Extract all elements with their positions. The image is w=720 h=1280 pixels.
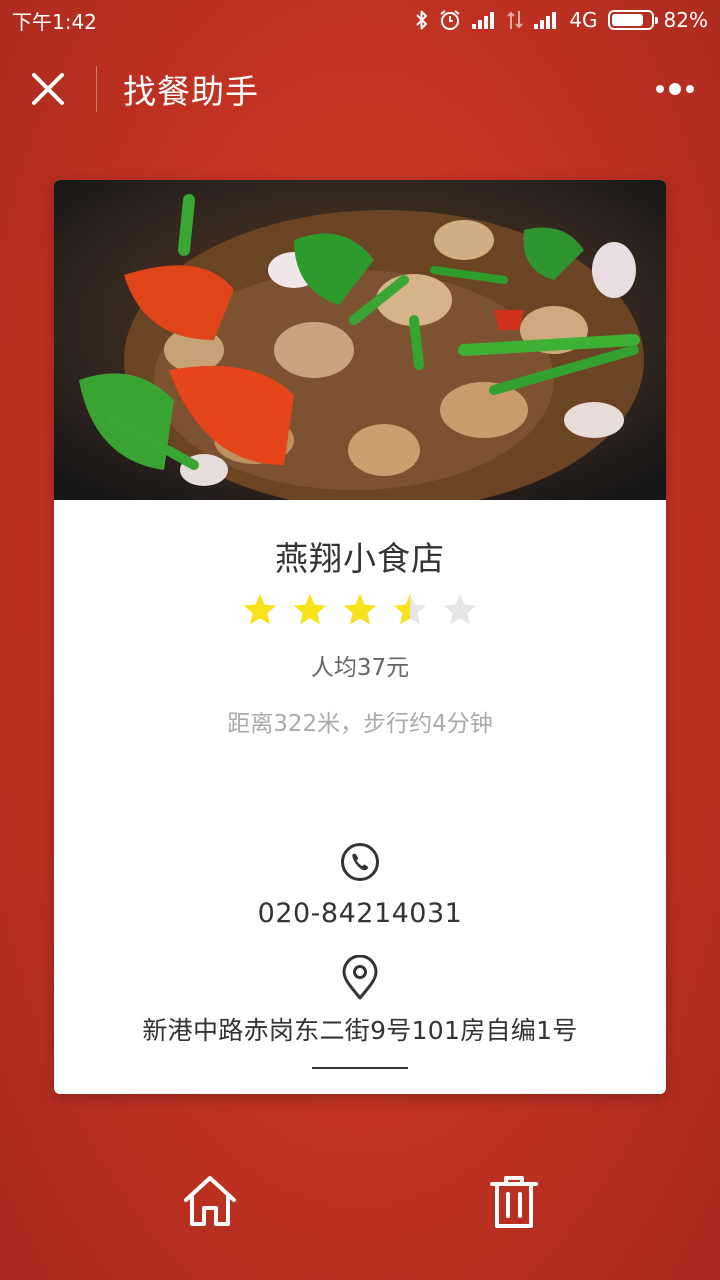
close-button[interactable]: [0, 56, 96, 122]
home-icon: [184, 1176, 236, 1226]
address-underline: [312, 1067, 408, 1069]
bluetooth-icon: [416, 10, 428, 30]
close-icon: [32, 73, 64, 105]
battery-fill: [611, 14, 643, 26]
distance-info: 距离322米，步行约4分钟: [227, 711, 493, 737]
star-icon: [444, 594, 476, 625]
status-icons: 4G 82%: [415, 8, 708, 32]
more-dots-icon: [656, 85, 664, 93]
nav-bar: 找餐助手: [0, 56, 720, 122]
star-rating: [54, 592, 666, 630]
network-type: 4G: [569, 8, 598, 32]
average-price: 人均37元: [310, 655, 410, 681]
food-photo: [54, 180, 666, 500]
star-icon: [294, 594, 326, 625]
alarm-icon: [440, 10, 460, 30]
more-dots-icon: [669, 83, 681, 95]
restaurant-card: 燕翔小食店 人均37元 距离322米，步行约4分钟 020-84214031 新…: [54, 180, 666, 1094]
status-bar: 下午1:42 4G 82%: [0, 0, 720, 40]
page-title: 找餐助手: [123, 72, 259, 111]
phone-number[interactable]: 020-84214031: [54, 898, 666, 929]
restaurant-name: 燕翔小食店: [275, 539, 445, 578]
signal-icon: [534, 12, 557, 29]
phone-icon: [341, 843, 379, 881]
trash-icon: [490, 1176, 538, 1228]
star-icon: [244, 594, 276, 625]
status-time: 下午1:42: [12, 9, 97, 34]
address[interactable]: 新港中路赤岗东二街9号101房自编1号: [54, 1011, 666, 1047]
signal-icon: [472, 12, 495, 29]
battery-icon: [607, 10, 658, 30]
data-transfer-icon: [507, 11, 524, 29]
home-button[interactable]: [180, 1172, 240, 1232]
star-icon: [394, 594, 426, 625]
delete-button[interactable]: [484, 1172, 544, 1232]
star-icon: [344, 594, 376, 625]
nav-divider: [96, 66, 97, 112]
location-button[interactable]: [54, 955, 666, 1001]
phone-button[interactable]: [54, 842, 666, 882]
more-button[interactable]: [652, 72, 698, 106]
location-pin-icon: [342, 955, 378, 1000]
battery-percent: 82%: [663, 8, 708, 32]
more-dots-icon: [686, 85, 694, 93]
